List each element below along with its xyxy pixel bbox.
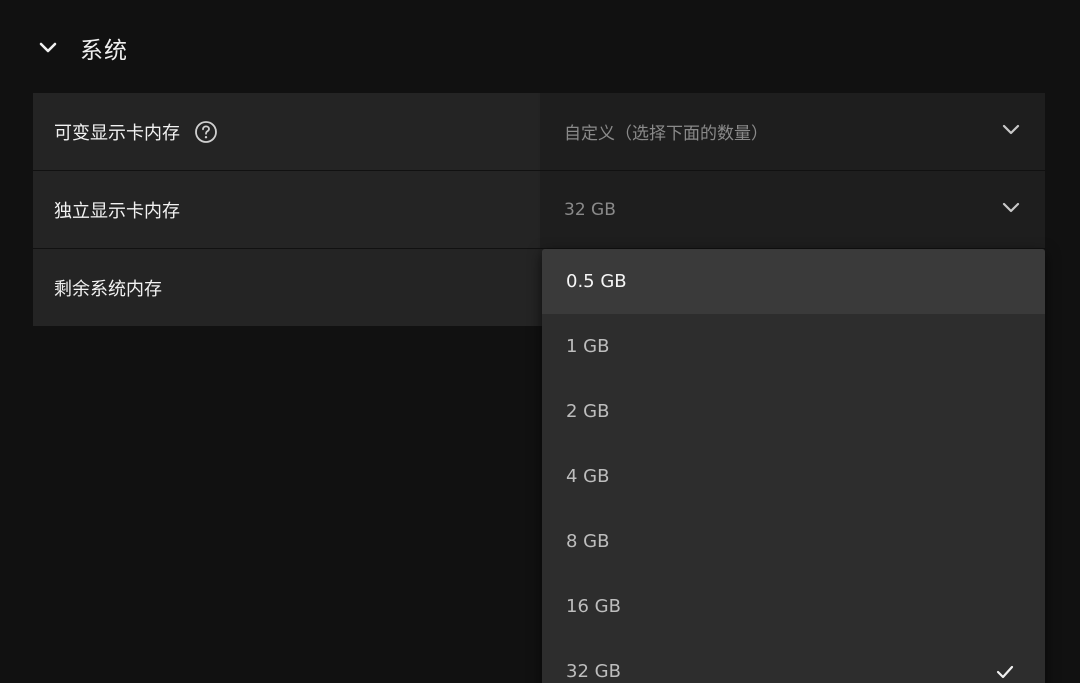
- setting-row-variable-graphics-memory: 可变显示卡内存 自定义（选择下面的数量）: [33, 93, 1045, 170]
- option-label: 0.5 GB: [566, 271, 627, 292]
- dedicated-memory-select[interactable]: 32 GB: [540, 171, 1045, 248]
- setting-label-cell: 剩余系统内存: [33, 249, 538, 326]
- memory-dropdown-menu: 0.5 GB 1 GB 2 GB 4 GB 8 GB 16 GB 32 GB: [542, 249, 1045, 683]
- setting-label: 独立显示卡内存: [54, 200, 180, 222]
- dropdown-option-4gb[interactable]: 4 GB: [542, 444, 1045, 509]
- select-value: 32 GB: [564, 199, 616, 220]
- dropdown-option-1gb[interactable]: 1 GB: [542, 314, 1045, 379]
- select-value: 自定义（选择下面的数量）: [564, 124, 768, 144]
- setting-row-dedicated-graphics-memory: 独立显示卡内存 32 GB: [33, 171, 1045, 248]
- option-label: 8 GB: [566, 531, 610, 552]
- dropdown-option-32gb[interactable]: 32 GB: [542, 639, 1045, 683]
- setting-label-cell: 独立显示卡内存: [33, 171, 538, 248]
- option-label: 1 GB: [566, 336, 610, 357]
- section-header-system[interactable]: 系统: [36, 28, 128, 68]
- section-title: 系统: [80, 38, 128, 64]
- option-label: 4 GB: [566, 466, 610, 487]
- variable-memory-select[interactable]: 自定义（选择下面的数量）: [540, 93, 1045, 170]
- setting-label: 可变显示卡内存: [54, 122, 180, 144]
- dropdown-option-8gb[interactable]: 8 GB: [542, 509, 1045, 574]
- checkmark-icon: [995, 662, 1015, 682]
- dropdown-option-16gb[interactable]: 16 GB: [542, 574, 1045, 639]
- dropdown-option-2gb[interactable]: 2 GB: [542, 379, 1045, 444]
- dropdown-option-0-5gb[interactable]: 0.5 GB: [542, 249, 1045, 314]
- option-label: 16 GB: [566, 596, 621, 617]
- option-label: 32 GB: [566, 661, 621, 682]
- help-icon[interactable]: [194, 120, 218, 144]
- setting-label: 剩余系统内存: [54, 278, 162, 300]
- chevron-down-icon[interactable]: [36, 36, 60, 60]
- page: 系统 可变显示卡内存 自定义（选择下面的数量） 独立显示卡内存 32 GB 剩余…: [0, 0, 1080, 683]
- option-label: 2 GB: [566, 401, 610, 422]
- chevron-down-icon: [1001, 122, 1021, 142]
- setting-label-cell: 可变显示卡内存: [33, 93, 538, 170]
- chevron-down-icon: [1001, 200, 1021, 220]
